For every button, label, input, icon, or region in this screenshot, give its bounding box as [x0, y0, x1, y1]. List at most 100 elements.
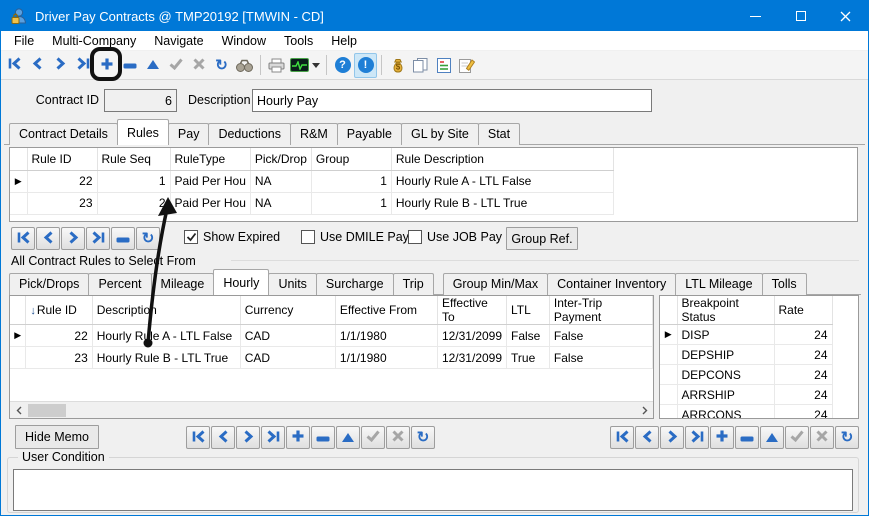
- tab-container-inventory[interactable]: Container Inventory: [547, 273, 676, 295]
- hourly-nav-next-button[interactable]: [236, 426, 260, 449]
- rules-nav-delete-button[interactable]: [111, 227, 135, 250]
- breakpoint-nav-post-button[interactable]: [785, 426, 809, 449]
- tab-percent[interactable]: Percent: [88, 273, 151, 295]
- toolbar-delete-record-button[interactable]: [118, 53, 141, 78]
- hourly-nav-prior-button[interactable]: [211, 426, 235, 449]
- table-row[interactable]: ▶ 22 Hourly Rule A - LTL False CAD 1/1/1…: [10, 325, 653, 347]
- toolbar-first-record-button[interactable]: [3, 53, 26, 78]
- hourly-nav-last-button[interactable]: [261, 426, 285, 449]
- toolbar-prior-record-button[interactable]: [26, 53, 49, 78]
- table-row[interactable]: DEPSHIP 24: [660, 345, 832, 365]
- rules-nav-last-button[interactable]: [86, 227, 110, 250]
- hourly-nav-cancel-button[interactable]: [386, 426, 410, 449]
- menu-navigate[interactable]: Navigate: [145, 32, 212, 50]
- tab-mileage[interactable]: Mileage: [151, 273, 215, 295]
- rules-nav-first-button[interactable]: [11, 227, 35, 250]
- tab-pay[interactable]: Pay: [168, 123, 210, 145]
- toolbar-find-button[interactable]: [233, 53, 256, 78]
- breakpoint-nav-next-button[interactable]: [660, 426, 684, 449]
- toolbar-report-button[interactable]: [432, 53, 455, 78]
- breakpoint-nav-insert-button[interactable]: [710, 426, 734, 449]
- rules-nav-prior-button[interactable]: [36, 227, 60, 250]
- col-description[interactable]: Description: [92, 296, 240, 325]
- menu-multi-company[interactable]: Multi-Company: [43, 32, 145, 50]
- hide-memo-button[interactable]: Hide Memo: [15, 425, 99, 449]
- breakpoint-nav-edit-button[interactable]: [760, 426, 784, 449]
- col-breakpoint-status[interactable]: Breakpoint Status: [677, 296, 774, 325]
- table-row[interactable]: DEPCONS 24: [660, 365, 832, 385]
- col-rule-seq[interactable]: Rule Seq: [97, 148, 170, 170]
- tab-deductions[interactable]: Deductions: [208, 123, 291, 145]
- toolbar-copy-button[interactable]: [409, 53, 432, 78]
- tab-contract-details[interactable]: Contract Details: [9, 123, 118, 145]
- description-field[interactable]: [252, 89, 652, 112]
- tab-group-min-max[interactable]: Group Min/Max: [443, 273, 548, 295]
- toolbar-insert-record-button[interactable]: [95, 53, 118, 78]
- table-row[interactable]: 23 Hourly Rule B - LTL True CAD 1/1/1980…: [10, 347, 653, 369]
- toolbar-money-button[interactable]: $: [386, 53, 409, 78]
- show-expired-checkbox[interactable]: Show Expired: [184, 230, 280, 244]
- toolbar-cancel-button[interactable]: [187, 53, 210, 78]
- tab-tolls[interactable]: Tolls: [762, 273, 807, 295]
- hourly-nav-delete-button[interactable]: [311, 426, 335, 449]
- toolbar-monitor-dropdown-button[interactable]: [288, 53, 322, 78]
- hourly-nav-edit-button[interactable]: [336, 426, 360, 449]
- col-group[interactable]: Group: [311, 148, 391, 170]
- col-rule-id[interactable]: ↓Rule ID: [26, 296, 92, 325]
- col-effective-from[interactable]: Effective From: [335, 296, 437, 325]
- table-row[interactable]: ▶ 22 1 Paid Per Hou NA 1 Hourly Rule A -…: [10, 170, 613, 192]
- toolbar-edit-record-button[interactable]: [141, 53, 164, 78]
- group-ref-button[interactable]: Group Ref.: [506, 227, 578, 250]
- use-job-pay-checkbox[interactable]: Use JOB Pay: [408, 230, 502, 244]
- tab-trip[interactable]: Trip: [393, 273, 434, 295]
- contract-id-field[interactable]: [104, 89, 177, 112]
- hourly-nav-post-button[interactable]: [361, 426, 385, 449]
- scrollbar-thumb[interactable]: [28, 404, 66, 417]
- tab-rm[interactable]: R&M: [290, 123, 338, 145]
- toolbar-next-record-button[interactable]: [49, 53, 72, 78]
- breakpoint-nav-delete-button[interactable]: [735, 426, 759, 449]
- breakpoint-nav-refresh-button[interactable]: ↻: [835, 426, 859, 449]
- menu-help[interactable]: Help: [322, 32, 366, 50]
- minimize-button[interactable]: [733, 1, 778, 31]
- breakpoint-nav-first-button[interactable]: [610, 426, 634, 449]
- col-rule-description[interactable]: Rule Description: [391, 148, 613, 170]
- col-ltl[interactable]: LTL: [507, 296, 550, 325]
- tab-surcharge[interactable]: Surcharge: [316, 273, 394, 295]
- breakpoint-nav-cancel-button[interactable]: [810, 426, 834, 449]
- table-row[interactable]: ARRSHIP 24: [660, 385, 832, 405]
- col-effective-to[interactable]: Effective To: [437, 296, 506, 325]
- toolbar-help-button[interactable]: ?: [331, 53, 354, 78]
- col-pick-drop[interactable]: Pick/Drop: [250, 148, 311, 170]
- col-rule-id[interactable]: Rule ID: [27, 148, 97, 170]
- toolbar-print-button[interactable]: [265, 53, 288, 78]
- col-currency[interactable]: Currency: [240, 296, 335, 325]
- toolbar-refresh-button[interactable]: ↻: [210, 53, 233, 78]
- tab-ltl-mileage[interactable]: LTL Mileage: [675, 273, 762, 295]
- col-rate[interactable]: Rate: [774, 296, 832, 325]
- menu-tools[interactable]: Tools: [275, 32, 322, 50]
- hourly-nav-first-button[interactable]: [186, 426, 210, 449]
- tab-pick-drops[interactable]: Pick/Drops: [9, 273, 89, 295]
- use-dmile-pay-checkbox[interactable]: Use DMILE Pay: [301, 230, 409, 244]
- tab-payable[interactable]: Payable: [337, 123, 402, 145]
- toolbar-last-record-button[interactable]: [72, 53, 95, 78]
- tab-units[interactable]: Units: [268, 273, 316, 295]
- menu-file[interactable]: File: [5, 32, 43, 50]
- tab-stat[interactable]: Stat: [478, 123, 520, 145]
- rules-nav-next-button[interactable]: [61, 227, 85, 250]
- user-condition-input[interactable]: [13, 469, 853, 511]
- table-row[interactable]: ARRCONS 24: [660, 405, 832, 420]
- tab-rules[interactable]: Rules: [117, 119, 169, 145]
- close-button[interactable]: [823, 1, 868, 31]
- scroll-right-button[interactable]: [636, 402, 653, 419]
- toolbar-info-button[interactable]: !: [354, 53, 377, 78]
- col-rule-type[interactable]: RuleType: [170, 148, 250, 170]
- maximize-button[interactable]: [778, 1, 823, 31]
- tab-hourly[interactable]: Hourly: [213, 269, 269, 295]
- table-row[interactable]: ▶ DISP 24: [660, 325, 832, 345]
- horizontal-scrollbar[interactable]: [10, 401, 653, 418]
- tab-gl-by-site[interactable]: GL by Site: [401, 123, 479, 145]
- toolbar-post-button[interactable]: [164, 53, 187, 78]
- hourly-nav-refresh-button[interactable]: ↻: [411, 426, 435, 449]
